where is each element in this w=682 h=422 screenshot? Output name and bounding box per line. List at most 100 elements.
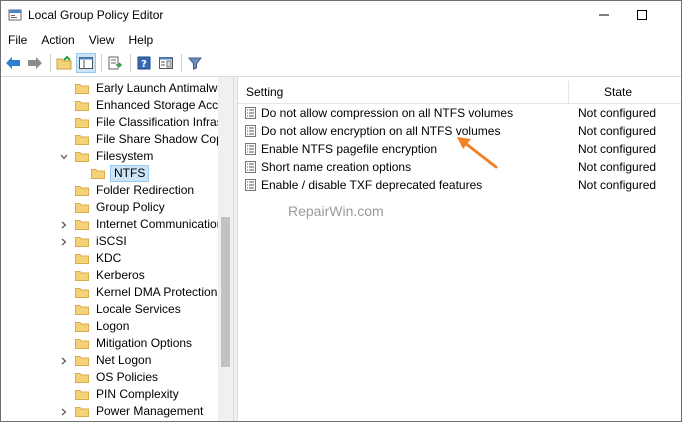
folder-icon	[75, 305, 89, 315]
tree-item-label: Mitigation Options	[96, 336, 193, 350]
folder-icon	[75, 237, 89, 247]
toolbar-separator	[181, 53, 182, 72]
tree-item[interactable]: Power Management	[59, 403, 205, 420]
tree-expander[interactable]	[59, 403, 69, 420]
content-area: Early Launch Antimalwar Enhanced Storage …	[1, 76, 681, 421]
folder-icon	[75, 118, 89, 128]
tree-item[interactable]: Internet Communication	[59, 216, 225, 233]
watermark: RepairWin.com	[288, 203, 384, 219]
tree-item[interactable]: Folder Redirection	[59, 182, 196, 199]
setting-name: Short name creation options	[261, 160, 412, 174]
tree-vertical-scrollbar[interactable]	[218, 77, 233, 421]
toolbar: ?	[1, 51, 681, 74]
tree-item-label: Enhanced Storage Access	[96, 98, 233, 112]
forward-arrow-icon	[28, 56, 42, 69]
tree-item-label: PIN Complexity	[96, 387, 179, 401]
tree-expander[interactable]	[59, 216, 69, 233]
tree-expander	[59, 114, 69, 131]
show-hide-console-tree-button[interactable]	[76, 52, 96, 73]
folder-icon	[75, 135, 89, 145]
minimize-icon	[599, 14, 609, 16]
folder-icon	[75, 84, 89, 94]
tree-item-label: Kernel DMA Protection	[96, 285, 218, 299]
setting-state: Not configured	[578, 160, 657, 174]
help-button[interactable]: ?	[134, 53, 154, 73]
tree-item-label: Internet Communication	[96, 217, 224, 231]
tree-item-label: KDC	[96, 251, 122, 265]
column-divider[interactable]	[568, 81, 569, 103]
tree-scrollbar-thumb[interactable]	[221, 217, 230, 367]
setting-state: Not configured	[578, 124, 657, 138]
tree-item[interactable]: Filesystem	[59, 148, 155, 165]
title-bar[interactable]: Local Group Policy Editor	[1, 1, 681, 29]
tree-expander[interactable]	[59, 352, 69, 369]
folder-icon	[75, 407, 89, 417]
tree-expander	[59, 301, 69, 318]
tree-item[interactable]: PIN Complexity	[59, 386, 181, 403]
column-header-setting[interactable]: Setting	[246, 85, 283, 99]
filter-button[interactable]	[185, 53, 205, 73]
back-button[interactable]	[3, 53, 23, 73]
folder-icon	[75, 373, 89, 383]
tree-item-label: OS Policies	[96, 370, 159, 384]
tree-item[interactable]: KDC	[59, 250, 123, 267]
tree-item[interactable]: Locale Services	[59, 301, 183, 318]
menu-view[interactable]: View	[82, 30, 122, 50]
tree-item[interactable]: Group Policy	[59, 199, 167, 216]
tree-expander[interactable]	[59, 148, 69, 165]
forward-button[interactable]	[25, 53, 45, 73]
table-row[interactable]: Do not allow compression on all NTFS vol…	[238, 104, 681, 122]
tree-expander	[59, 318, 69, 335]
show-extended-view-button[interactable]	[156, 53, 176, 73]
maximize-button[interactable]	[619, 1, 665, 29]
folder-icon	[75, 356, 89, 366]
maximize-icon	[637, 10, 647, 20]
tree-item[interactable]: Early Launch Antimalwar	[59, 80, 230, 97]
table-row[interactable]: Enable / disable TXF deprecated features…	[238, 176, 681, 194]
column-header-state[interactable]: State	[604, 85, 632, 99]
tree-expander	[59, 131, 69, 148]
folder-icon	[75, 322, 89, 332]
tree-expander	[59, 199, 69, 216]
tree-item[interactable]: Kerberos	[59, 267, 147, 284]
tree-item[interactable]: Net Logon	[59, 352, 153, 369]
tree-item[interactable]: Mitigation Options	[59, 335, 194, 352]
extended-view-icon	[159, 56, 173, 69]
folder-up-icon	[56, 55, 72, 69]
settings-list: Setting State Do not allow compression o…	[238, 77, 681, 421]
tree-item[interactable]: File Share Shadow Copy I	[59, 131, 233, 148]
tree-expander	[59, 284, 69, 301]
annotation-arrow	[457, 137, 498, 169]
chevron-right-icon	[61, 408, 67, 415]
tree-item[interactable]: NTFS	[75, 165, 150, 182]
tree-item-label: Early Launch Antimalwar	[96, 81, 229, 95]
menu-bar: File Action View Help	[1, 30, 681, 50]
menu-action[interactable]: Action	[34, 30, 81, 50]
tree-item[interactable]: OS Policies	[59, 369, 160, 386]
tree-expander	[59, 80, 69, 97]
tree-expander	[59, 250, 69, 267]
menu-help[interactable]: Help	[122, 30, 161, 50]
tree-item-label: Folder Redirection	[96, 183, 195, 197]
export-list-button[interactable]	[105, 53, 125, 73]
policy-setting-icon	[245, 125, 256, 137]
tree-item-label: NTFS	[110, 165, 150, 182]
tree-expander[interactable]	[59, 233, 69, 250]
tree-item[interactable]: Logon	[59, 318, 131, 335]
folder-icon	[75, 186, 89, 196]
group-policy-app-icon	[8, 9, 22, 21]
menu-file[interactable]: File	[1, 30, 34, 50]
tree-expander	[59, 335, 69, 352]
chevron-right-icon	[61, 357, 67, 364]
tree-expander	[59, 386, 69, 403]
tree-item[interactable]: Kernel DMA Protection	[59, 284, 219, 301]
up-one-level-button[interactable]	[54, 53, 74, 73]
tree-item[interactable]: iSCSI	[59, 233, 129, 250]
tree-item[interactable]: File Classification Infrastr	[59, 114, 232, 131]
folder-icon	[75, 152, 89, 162]
tree-item[interactable]: Enhanced Storage Access	[59, 97, 233, 114]
tree-item-label: Kerberos	[96, 268, 145, 282]
folder-icon	[91, 169, 105, 179]
setting-state: Not configured	[578, 178, 657, 192]
folder-icon	[75, 288, 89, 298]
